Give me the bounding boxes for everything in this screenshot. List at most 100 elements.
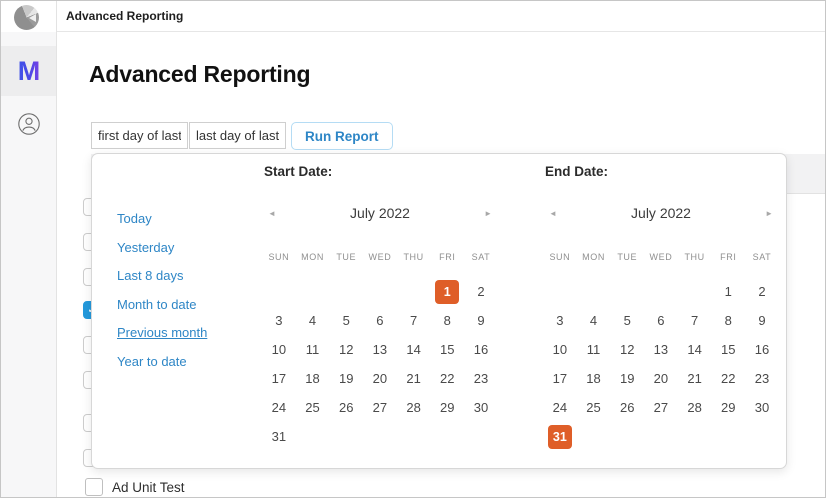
calendar-day[interactable]: 10 (543, 335, 577, 364)
calendar-day-empty (296, 422, 330, 451)
quick-link-last-8-days[interactable]: Last 8 days (117, 268, 207, 283)
end-date-label: End Date: (545, 164, 608, 179)
calendar-day[interactable]: 3 (262, 306, 296, 335)
calendar-day[interactable]: 13 (363, 335, 397, 364)
calendar-day[interactable]: 13 (644, 335, 678, 364)
calendar-day[interactable]: 18 (577, 364, 611, 393)
calendar-day[interactable]: 27 (363, 393, 397, 422)
calendar-day[interactable]: 9 (464, 306, 498, 335)
calendar-day[interactable]: 25 (577, 393, 611, 422)
end-calendar-grid: SUNMONTUEWEDTHUFRISAT1234567891011121314… (543, 248, 779, 451)
calendar-day[interactable]: 12 (329, 335, 363, 364)
calendar-day[interactable]: 12 (610, 335, 644, 364)
calendar-day-empty (464, 422, 498, 451)
calendar-day[interactable]: 2 (464, 277, 498, 306)
calendar-day[interactable]: 30 (745, 393, 779, 422)
calendar-day[interactable]: 16 (464, 335, 498, 364)
prev-month-icon[interactable]: ◄ (543, 207, 563, 220)
calendar-day[interactable]: 7 (397, 306, 431, 335)
calendar-day[interactable]: 29 (430, 393, 464, 422)
calendar-day[interactable]: 31 (543, 422, 577, 451)
calendar-day[interactable]: 8 (711, 306, 745, 335)
calendar-day[interactable]: 11 (296, 335, 330, 364)
quick-link-year-to-date[interactable]: Year to date (117, 354, 207, 369)
calendar-day[interactable]: 2 (745, 277, 779, 306)
calendar-day[interactable]: 9 (745, 306, 779, 335)
calendar-day[interactable]: 19 (610, 364, 644, 393)
calendar-day[interactable]: 26 (329, 393, 363, 422)
calendar-day[interactable]: 17 (262, 364, 296, 393)
brand-circle-icon (14, 5, 39, 30)
calendar-day[interactable]: 8 (430, 306, 464, 335)
weekday-header: MON (577, 248, 611, 266)
calendar-day[interactable]: 20 (363, 364, 397, 393)
calendar-day[interactable]: 23 (464, 364, 498, 393)
calendar-day[interactable]: 20 (644, 364, 678, 393)
calendar-day-empty (644, 422, 678, 451)
quick-link-yesterday[interactable]: Yesterday (117, 240, 207, 255)
next-month-icon[interactable]: ► (759, 207, 779, 220)
calendar-day[interactable]: 22 (711, 364, 745, 393)
calendar-day[interactable]: 1 (430, 277, 464, 306)
calendar-day[interactable]: 3 (543, 306, 577, 335)
sidebar-logo-cell[interactable] (1, 1, 56, 32)
start-date-label: Start Date: (264, 164, 332, 179)
calendar-day-empty (644, 277, 678, 306)
calendar-day[interactable]: 15 (430, 335, 464, 364)
calendar-day[interactable]: 24 (262, 393, 296, 422)
calendar-day[interactable]: 21 (678, 364, 712, 393)
calendar-day[interactable]: 27 (644, 393, 678, 422)
quick-link-previous-month[interactable]: Previous month (117, 325, 207, 340)
calendar-day[interactable]: 10 (262, 335, 296, 364)
advanced-reporting-window: Advanced Reporting M (0, 0, 826, 498)
topbar: Advanced Reporting (57, 1, 825, 32)
calendar-day[interactable]: 16 (745, 335, 779, 364)
calendar-day-empty (397, 277, 431, 306)
calendar-day[interactable]: 1 (711, 277, 745, 306)
run-report-button[interactable]: Run Report (291, 122, 393, 150)
calendar-day[interactable]: 18 (296, 364, 330, 393)
ad-unit-test-checkbox[interactable] (85, 478, 103, 496)
calendar-day[interactable]: 4 (577, 306, 611, 335)
calendar-day[interactable]: 29 (711, 393, 745, 422)
date-range-picker: Today Yesterday Last 8 days Month to date Pr… (91, 153, 787, 469)
calendar-day[interactable]: 22 (430, 364, 464, 393)
calendar-day[interactable]: 28 (397, 393, 431, 422)
calendar-day[interactable]: 11 (577, 335, 611, 364)
selected-day: 1 (435, 280, 459, 304)
end-date-input[interactable] (189, 122, 286, 149)
calendar-day[interactable]: 7 (678, 306, 712, 335)
weekday-header: THU (397, 248, 431, 266)
calendar-day[interactable]: 6 (363, 306, 397, 335)
calendar-day[interactable]: 6 (644, 306, 678, 335)
quick-link-today[interactable]: Today (117, 211, 207, 226)
weekday-header: SUN (543, 248, 577, 266)
calendar-day-empty (745, 422, 779, 451)
calendar-day[interactable]: 24 (543, 393, 577, 422)
calendar-day[interactable]: 30 (464, 393, 498, 422)
prev-month-icon[interactable]: ◄ (262, 207, 282, 220)
sidebar-item-reporting[interactable]: M (1, 46, 56, 96)
quick-link-month-to-date[interactable]: Month to date (117, 297, 207, 312)
calendar-day[interactable]: 23 (745, 364, 779, 393)
calendar-day[interactable]: 4 (296, 306, 330, 335)
calendar-day[interactable]: 25 (296, 393, 330, 422)
calendar-day[interactable]: 31 (262, 422, 296, 451)
calendar-day[interactable]: 17 (543, 364, 577, 393)
calendar-day[interactable]: 21 (397, 364, 431, 393)
calendar-day[interactable]: 14 (397, 335, 431, 364)
calendar-day[interactable]: 15 (711, 335, 745, 364)
calendar-day[interactable]: 14 (678, 335, 712, 364)
calendar-day[interactable]: 19 (329, 364, 363, 393)
calendar-day[interactable]: 26 (610, 393, 644, 422)
calendar-day-empty (577, 277, 611, 306)
calendar-day-empty (678, 422, 712, 451)
sidebar-item-account[interactable] (1, 107, 56, 141)
start-calendar-grid: SUNMONTUEWEDTHUFRISAT1234567891011121314… (262, 248, 498, 451)
weekday-header: TUE (329, 248, 363, 266)
calendar-day[interactable]: 5 (329, 306, 363, 335)
start-date-input[interactable] (91, 122, 188, 149)
calendar-day[interactable]: 28 (678, 393, 712, 422)
calendar-day[interactable]: 5 (610, 306, 644, 335)
next-month-icon[interactable]: ► (478, 207, 498, 220)
